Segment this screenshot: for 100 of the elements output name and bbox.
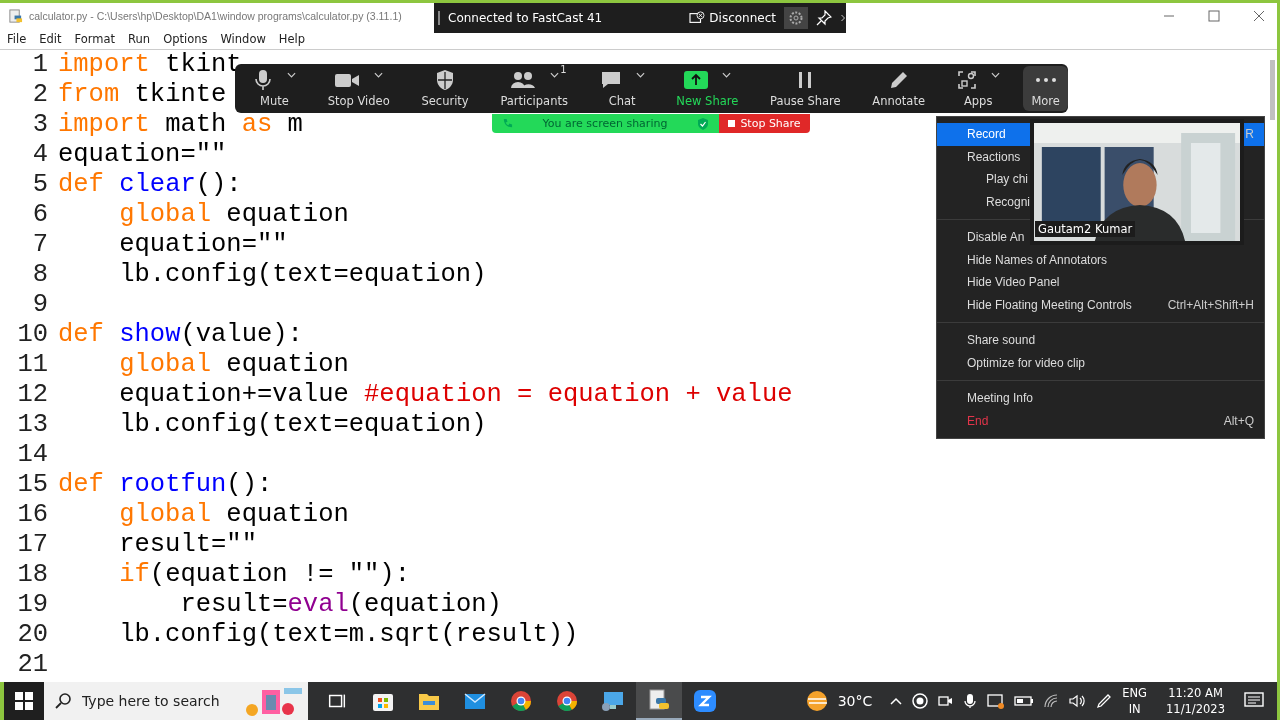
chrome-icon — [509, 689, 533, 713]
toolbar-button[interactable]: New Share — [668, 66, 747, 111]
toolbar-button[interactable]: Security — [413, 66, 477, 111]
menu-item[interactable]: Share sound — [937, 329, 1264, 352]
record-icon[interactable] — [912, 693, 929, 709]
stop-share-button[interactable]: Stop Share — [719, 114, 810, 133]
menu-item[interactable]: File — [7, 32, 27, 46]
code-line: from tkinte — [58, 80, 227, 109]
menu-item[interactable]: Options — [163, 32, 208, 46]
settings-button[interactable] — [784, 7, 808, 29]
screen-share-icon[interactable] — [987, 693, 1006, 709]
code-line: lb.config(text=equation) — [118, 260, 487, 289]
code-line: def show(value): — [58, 320, 303, 349]
close-icon[interactable] — [1253, 10, 1265, 22]
caret-icon[interactable] — [287, 72, 296, 78]
line-number: 7 — [31, 230, 48, 260]
menu-item[interactable]: Hide Video Panel — [937, 271, 1264, 294]
chat-bubble-icon — [599, 69, 622, 90]
search-icon — [54, 692, 72, 710]
battery-icon[interactable] — [1014, 695, 1035, 707]
start-button[interactable] — [4, 682, 44, 720]
caret-icon[interactable] — [549, 72, 559, 78]
line-number: 6 — [31, 200, 48, 230]
clock-time[interactable]: 11:20 AM — [1168, 685, 1223, 701]
line-number: 1 — [31, 50, 48, 80]
search-box[interactable]: Type here to search — [44, 682, 308, 720]
line-number: 14 — [16, 440, 48, 470]
line-number: 2 — [31, 80, 48, 110]
caret-icon[interactable] — [990, 72, 1000, 78]
microphone-icon[interactable] — [962, 693, 979, 709]
sun-icon — [804, 689, 829, 713]
code-line: import tkint — [58, 50, 242, 79]
microphone-icon — [253, 68, 273, 91]
scrollbar[interactable] — [1270, 60, 1275, 120]
menu-item[interactable]: Edit — [39, 32, 62, 46]
volume-icon[interactable] — [1068, 693, 1087, 709]
notifications-icon[interactable] — [1244, 692, 1264, 710]
toolbar-button[interactable]: More — [1023, 66, 1068, 111]
line-number: 15 — [16, 470, 48, 500]
menu-item[interactable]: Hide Names of Annotators — [937, 248, 1264, 271]
caret-icon[interactable] — [635, 72, 645, 78]
wifi-icon[interactable] — [1043, 693, 1060, 709]
more-dots-icon — [1034, 76, 1057, 83]
python-file-icon — [8, 8, 23, 24]
toolbar-button[interactable]: Apps — [948, 66, 1008, 111]
toolbar-button[interactable]: Annotate — [864, 66, 933, 111]
menu-item[interactable]: Help — [278, 32, 306, 46]
line-number: 4 — [31, 140, 48, 170]
temperature-text: 30°C — [837, 693, 873, 709]
code-line: lb.config(text=equation) — [118, 410, 487, 439]
code-line: global equation — [118, 200, 349, 229]
menu-item[interactable]: Optimize for video clip — [937, 351, 1264, 374]
menu-item[interactable]: End Alt+Q — [937, 409, 1264, 432]
line-number: 21 — [16, 650, 48, 680]
monitor-icon — [601, 689, 625, 713]
disconnect-icon — [689, 11, 706, 25]
language-text[interactable]: ENG — [1122, 685, 1148, 701]
search-field[interactable]: Type here to search — [80, 692, 234, 710]
toolbar-button[interactable]: Pause Share — [762, 66, 849, 111]
camera-icon[interactable] — [937, 693, 954, 709]
code-line: lb.config(text=m.sqrt(result)) — [118, 620, 579, 649]
maximize-icon[interactable] — [1208, 10, 1220, 22]
clock-date[interactable]: 11/1/2023 — [1166, 701, 1225, 717]
code-line: result=eval(equation) — [179, 590, 502, 619]
pause-icon — [797, 70, 814, 89]
code-line: def rootfun(): — [58, 470, 273, 499]
menu-item[interactable]: Run — [128, 32, 151, 46]
chevron-right-icon[interactable] — [840, 14, 846, 22]
caret-icon[interactable] — [721, 72, 731, 78]
pin-icon[interactable] — [816, 10, 832, 26]
code-line: equation="" — [118, 230, 288, 259]
line-number: 3 — [31, 110, 48, 140]
code-line: def clear(): — [58, 170, 242, 199]
line-number: 5 — [31, 170, 48, 200]
menu-item[interactable]: Format — [74, 32, 116, 46]
code-line: global equation — [118, 500, 349, 529]
taskbar-app[interactable] — [636, 682, 682, 720]
menu-item[interactable]: Meeting Info — [937, 387, 1264, 410]
disconnect-button[interactable]: Disconnect — [689, 11, 776, 25]
line-number: 19 — [16, 590, 48, 620]
chrome-icon — [555, 689, 579, 713]
code-line: import math as m — [58, 110, 303, 139]
code-line: result="" — [118, 530, 257, 559]
window-title: calculator.py - C:\Users\hp\Desktop\DA1\window programs\calculator.py (3.11.1) — [29, 10, 402, 22]
line-number: 16 — [16, 500, 48, 530]
pencil-icon — [888, 69, 909, 90]
menu-item[interactable]: Hide Floating Meeting Controls Ctrl+Alt+Shift+H — [937, 293, 1264, 316]
toolbar-button[interactable]: 1 Participants — [492, 66, 576, 111]
menu-item[interactable]: Window — [220, 32, 266, 46]
toolbar-button[interactable]: Chat — [591, 66, 653, 111]
toolbar-button[interactable]: Stop Video — [319, 66, 398, 111]
caret-icon[interactable] — [374, 72, 384, 78]
line-number: 11 — [16, 350, 48, 380]
apps-icon — [956, 69, 977, 90]
region-text[interactable]: IN — [1128, 701, 1141, 717]
line-number: 9 — [31, 290, 48, 320]
settings-icon — [788, 10, 804, 26]
line-number: 12 — [16, 380, 48, 410]
toolbar-button[interactable]: Mute — [245, 66, 304, 111]
line-number: 10 — [16, 320, 48, 350]
